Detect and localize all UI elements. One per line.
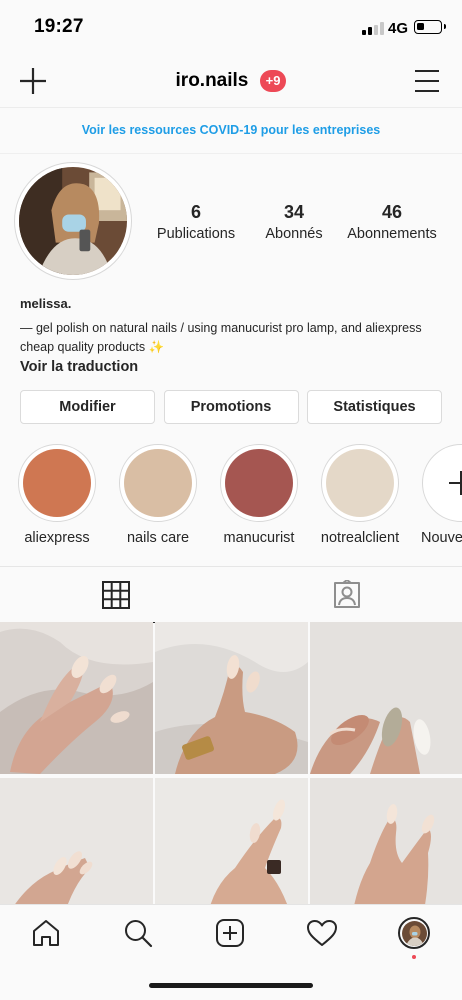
insights-button[interactable]: Statistiques	[307, 390, 442, 424]
account-switcher[interactable]: iro.nails +9	[0, 70, 462, 92]
display-name: melissa.	[20, 296, 72, 311]
menu-icon[interactable]	[414, 69, 440, 93]
new-highlight-button[interactable]: Nouveau	[413, 444, 462, 546]
status-bar: 19:27 4G	[0, 0, 462, 56]
stat-posts[interactable]: 6 Publications	[141, 202, 251, 242]
highlight-cover	[326, 449, 394, 517]
nav-activity[interactable]	[304, 915, 340, 951]
edit-profile-button[interactable]: Modifier	[20, 390, 155, 424]
notification-badge: +9	[259, 70, 287, 92]
post-thumbnail[interactable]	[155, 622, 308, 774]
avatar-image	[19, 167, 127, 275]
tab-tagged[interactable]	[231, 567, 462, 623]
promotions-button[interactable]: Promotions	[163, 390, 299, 424]
posts-label: Publications	[156, 226, 236, 242]
post-thumbnail[interactable]	[155, 778, 308, 904]
profile-header: 6 Publications 34 Abonnés 46 Abonnements	[0, 160, 462, 280]
username-title: iro.nails	[175, 70, 249, 91]
highlight-label: manucurist	[223, 530, 295, 546]
notification-dot	[412, 955, 416, 959]
stat-followers[interactable]: 34 Abonnés	[239, 202, 349, 242]
heart-icon	[307, 920, 337, 946]
battery-icon	[414, 20, 446, 34]
grid-icon	[101, 580, 130, 609]
profile-avatar[interactable]	[14, 162, 132, 280]
profile-tabs	[0, 566, 462, 623]
highlight-cover	[23, 449, 91, 517]
status-time: 19:27	[34, 16, 84, 37]
plus-icon	[449, 471, 462, 495]
nav-profile[interactable]	[396, 915, 432, 959]
highlight-label: nails care	[126, 530, 190, 546]
posts-grid	[0, 622, 462, 904]
highlight-notrealclient[interactable]: notrealclient	[312, 444, 408, 546]
nav-home[interactable]	[28, 915, 64, 951]
post-thumbnail[interactable]	[0, 622, 153, 774]
search-icon	[125, 920, 153, 948]
translate-link[interactable]: Voir la traduction	[20, 359, 440, 375]
top-bar: iro.nails +9	[0, 56, 462, 108]
highlight-manucurist[interactable]: manucurist	[211, 444, 307, 546]
highlight-nails-care[interactable]: nails care	[110, 444, 206, 546]
post-thumbnail[interactable]	[310, 622, 462, 774]
followers-label: Abonnés	[265, 226, 323, 242]
add-post-icon	[216, 919, 244, 947]
highlight-cover	[225, 449, 293, 517]
nav-new-post[interactable]	[212, 915, 248, 951]
followers-count: 34	[283, 202, 305, 222]
home-icon	[33, 920, 59, 946]
highlight-label: notrealclient	[320, 530, 400, 546]
highlight-cover	[124, 449, 192, 517]
nav-search[interactable]	[120, 915, 156, 951]
following-label: Abonnements	[347, 226, 437, 242]
highlight-label: aliexpress	[24, 530, 90, 546]
profile-bio: melissa. — gel polish on natural nails /…	[20, 296, 440, 375]
posts-count: 6	[190, 202, 201, 222]
tab-posts-grid[interactable]	[0, 567, 231, 623]
post-thumbnail[interactable]	[0, 778, 153, 904]
story-highlights: aliexpress nails care manucurist notreal…	[0, 444, 462, 554]
following-count: 46	[381, 202, 403, 222]
profile-actions: Modifier Promotions Statistiques	[20, 390, 442, 424]
highlight-label: Nouveau	[421, 530, 462, 546]
stat-following[interactable]: 46 Abonnements	[342, 202, 442, 242]
profile-avatar	[398, 917, 430, 949]
network-type: 4G	[388, 20, 409, 37]
highlight-aliexpress[interactable]: aliexpress	[9, 444, 105, 546]
bottom-nav	[0, 904, 462, 1000]
covid-resources-link[interactable]: Voir les ressources COVID-19 pour les en…	[0, 108, 462, 154]
bio-text: — gel polish on natural nails / using ma…	[20, 321, 422, 354]
tagged-icon	[333, 580, 360, 608]
post-thumbnail[interactable]	[310, 778, 462, 904]
signal-icon	[362, 22, 384, 35]
home-indicator	[149, 983, 313, 988]
